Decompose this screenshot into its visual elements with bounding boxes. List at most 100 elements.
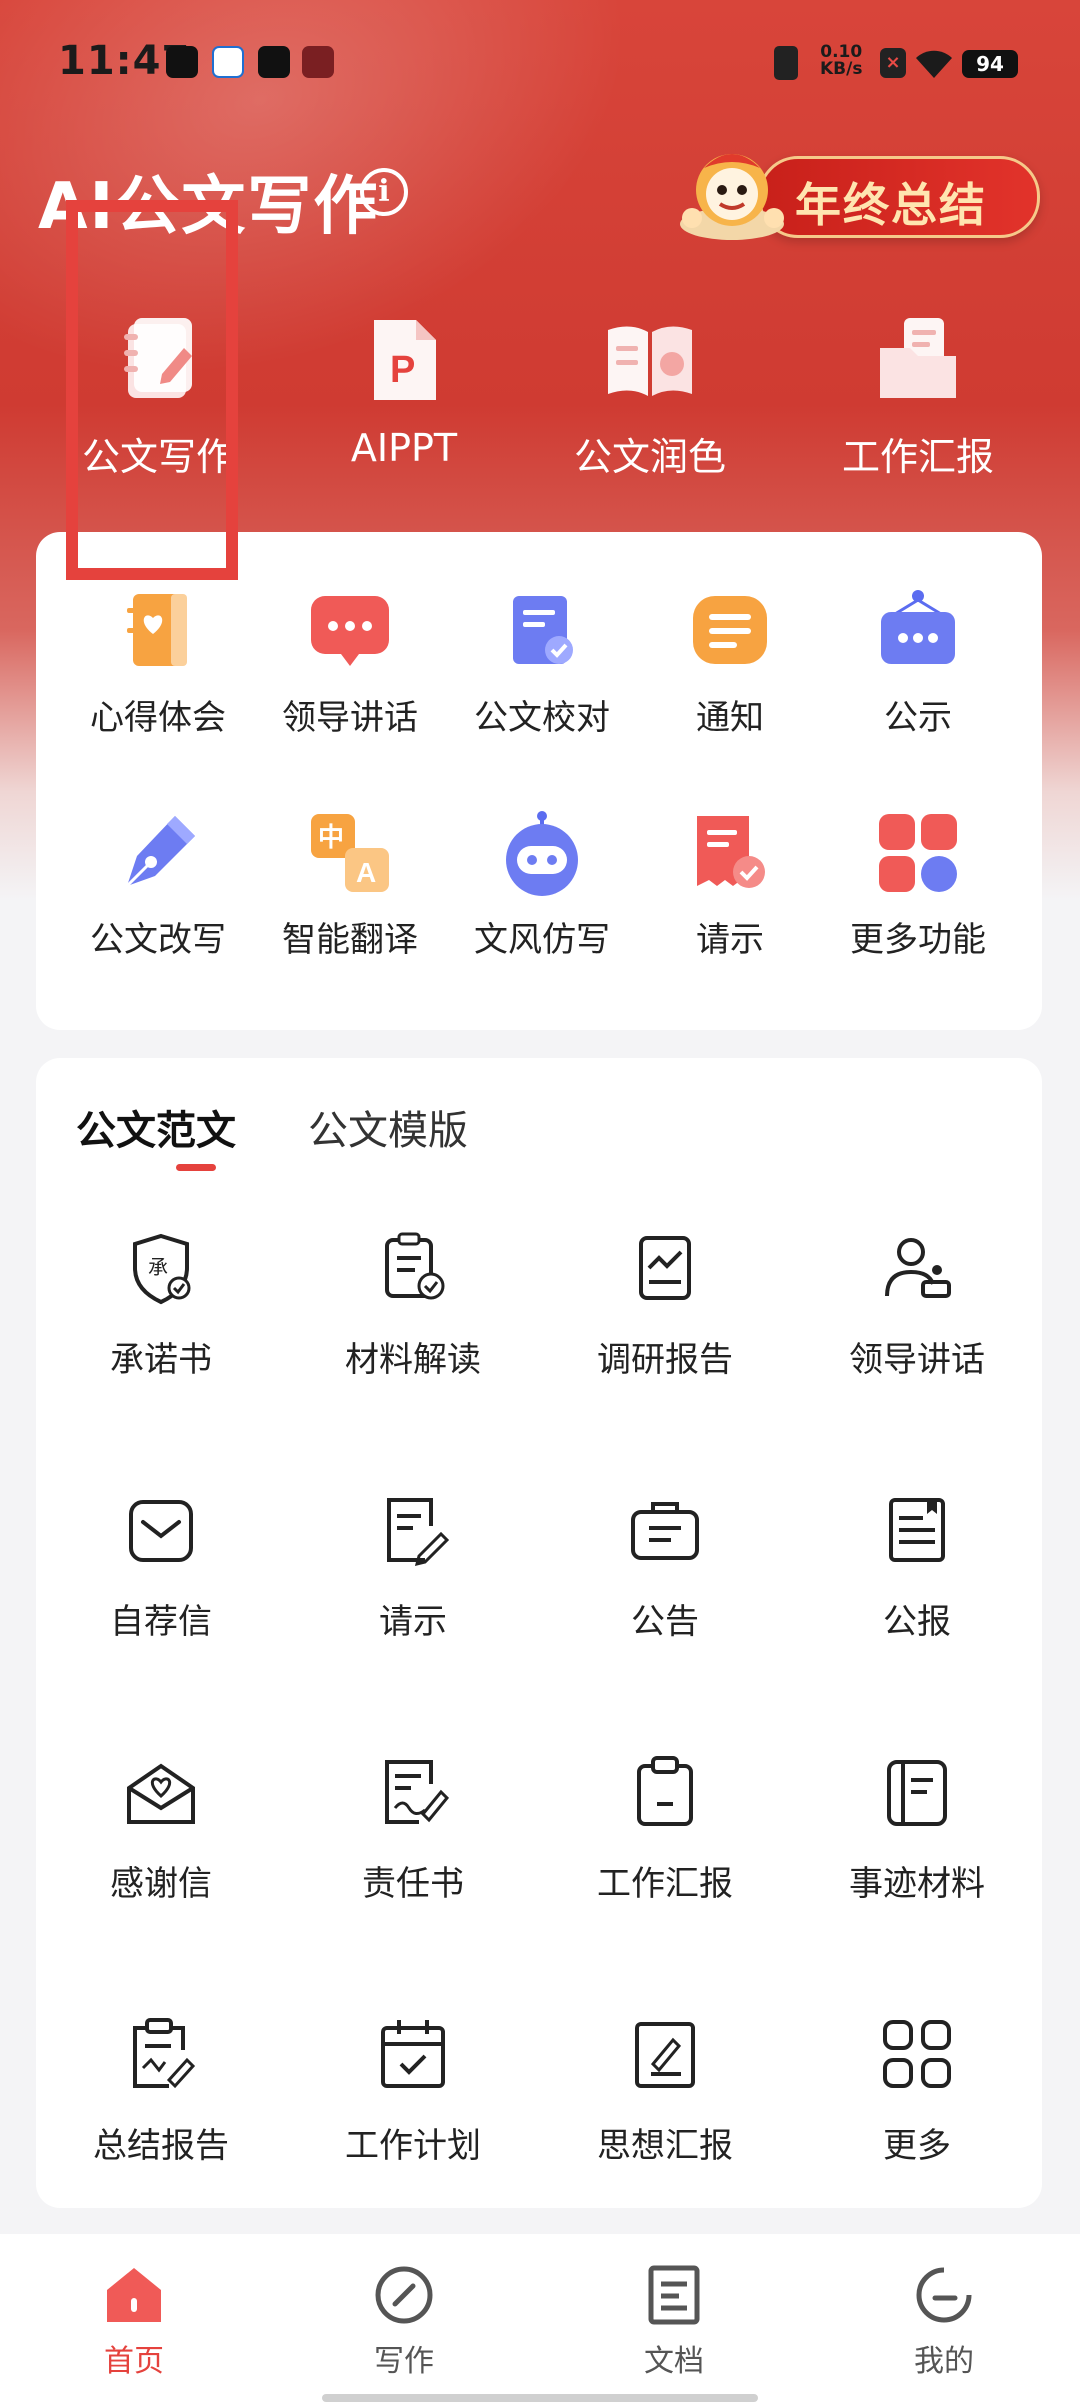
tool-translate[interactable]: 中 A 智能翻译 [250,810,450,961]
template-item-deeds[interactable]: 事迹材料 [792,1754,1042,1905]
template-item-thank-letter[interactable]: 感谢信 [36,1754,286,1905]
translate-icon: 中 A [307,810,393,896]
nav-home[interactable]: 首页 [34,2264,234,2380]
highlight-annotation [66,200,238,580]
shopping-bag-icon [302,46,334,78]
nav-documents[interactable]: 文档 [574,2264,774,2380]
template-label: 工作计划 [345,2126,481,2166]
tool-label: 通知 [696,698,764,738]
nav-profile[interactable]: 我的 [844,2264,1044,2380]
calendar-check-icon [375,2016,451,2092]
year-end-summary-banner[interactable]: 年终总结 [668,138,1048,246]
receipt-check-icon [687,810,773,896]
template-label: 思想汇报 [597,2126,733,2166]
vibrate-icon [774,46,798,80]
template-label: 公报 [883,1602,951,1642]
template-label: 总结报告 [93,2126,229,2166]
feature-work-report[interactable]: 工作汇报 [818,300,1018,481]
write-circle-icon [373,2264,435,2326]
template-label: 请示 [379,1602,447,1642]
app-logo-icon [258,46,290,78]
grid-apps-icon [875,810,961,896]
template-label: 公告 [631,1602,699,1642]
material-check-icon [375,1230,451,1306]
open-book-icon [602,312,698,408]
template-item-summary[interactable]: 总结报告 [36,2016,286,2167]
heart-notebook-icon [115,588,201,674]
tool-label: 心得体会 [90,698,226,738]
doc-sign-icon [375,1754,451,1830]
ppt-file-icon: P [356,312,452,408]
tool-more-features[interactable]: 更多功能 [818,810,1018,961]
clipboard-icon [627,1754,703,1830]
template-label: 材料解读 [345,1340,481,1380]
tool-label: 公示 [884,698,952,738]
template-item-thought-report[interactable]: 思想汇报 [540,2016,790,2167]
tool-insights[interactable]: 心得体会 [58,588,258,739]
template-item-research[interactable]: 调研报告 [540,1230,790,1381]
template-item-bulletin[interactable]: 公报 [792,1492,1042,1643]
tool-request[interactable]: 请示 [630,810,830,961]
tool-label: 公文改写 [90,920,226,960]
briefcase-doc-icon [627,1492,703,1568]
record-book-icon [879,1754,955,1830]
nav-write[interactable]: 写作 [304,2264,504,2380]
feature-aippt[interactable]: P AIPPT [304,300,504,470]
template-item-more[interactable]: 更多 [792,2016,1042,2167]
doc-check-icon [499,588,585,674]
template-item-self-recommend[interactable]: 自荐信 [36,1492,286,1643]
template-item-request[interactable]: 请示 [288,1492,538,1643]
folder-doc-icon [870,312,966,408]
template-item-work-report[interactable]: 工作汇报 [540,1754,790,1905]
home-indicator[interactable] [322,2394,758,2402]
tool-leader-speech[interactable]: 领导讲话 [250,588,450,739]
tool-label: 领导讲话 [282,698,418,738]
nav-label: 写作 [374,2344,434,2379]
template-label: 领导讲话 [849,1340,985,1380]
feature-label: 公文润色 [573,435,726,479]
tool-style-imitate[interactable]: 文风仿写 [442,810,642,961]
wifi-icon [916,50,952,78]
template-item-responsibility[interactable]: 责任书 [288,1754,538,1905]
template-item-announcement[interactable]: 公告 [540,1492,790,1643]
profile-icon [913,2264,975,2326]
template-label: 承诺书 [110,1340,212,1380]
info-icon[interactable]: i [360,168,408,216]
tool-label: 公文校对 [474,698,610,738]
tool-proofread[interactable]: 公文校对 [442,588,642,739]
more-grid-icon [879,2016,955,2092]
no-sim-icon: × [880,48,906,78]
feature-polish[interactable]: 公文润色 [550,300,750,481]
document-icon [643,2264,705,2326]
tool-label: 文风仿写 [474,920,610,960]
tool-rewrite[interactable]: 公文改写 [58,810,258,961]
bulletin-icon [879,1492,955,1568]
feature-label: AIPPT [350,426,458,470]
bottom-nav: 首页 写作 文档 我的 [0,2234,1080,2408]
home-icon [103,2264,165,2326]
notice-lines-icon [687,588,773,674]
nav-label: 首页 [104,2344,164,2379]
template-item-work-plan[interactable]: 工作计划 [288,2016,538,2167]
doc-edit-icon [375,1492,451,1568]
promise-shield-icon: 承 [123,1230,199,1306]
app-notification-icon [212,46,244,78]
tab-doc-templates[interactable]: 公文模版 [308,1098,468,1156]
fountain-pen-icon [115,810,201,896]
template-item-leader-speech[interactable]: 领导讲话 [792,1230,1042,1381]
nav-label: 我的 [914,2344,974,2379]
nav-label: 文档 [644,2344,704,2379]
chat-bubble-icon [307,588,393,674]
net-speed-unit: KB/s [820,59,863,79]
template-label: 责任书 [362,1864,464,1904]
thought-doc-icon [627,2016,703,2092]
tool-notice[interactable]: 通知 [630,588,830,739]
template-label: 自荐信 [110,1602,212,1642]
tab-sample-docs[interactable]: 公文范文 [76,1098,236,1156]
template-item-promise[interactable]: 承 承诺书 [36,1230,286,1381]
tiktok-icon [166,46,198,78]
tool-label: 请示 [696,920,764,960]
tool-publicity[interactable]: 公示 [818,588,1018,739]
feature-label: 工作汇报 [841,435,994,479]
template-item-material[interactable]: 材料解读 [288,1230,538,1381]
